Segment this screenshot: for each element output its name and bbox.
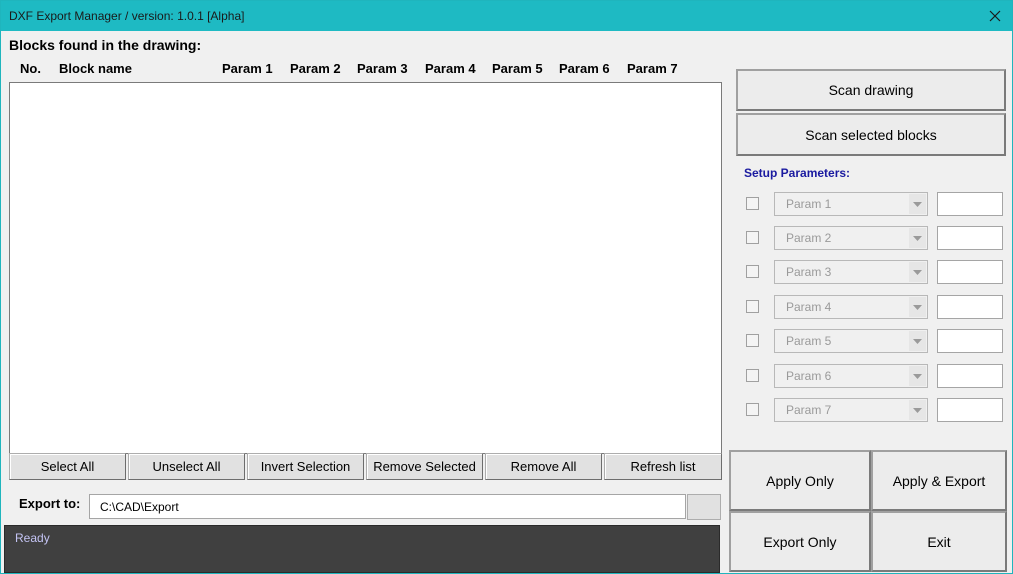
unselect-all-button[interactable]: Unselect All [128, 453, 245, 480]
export-to-label: Export to: [19, 496, 81, 511]
param-1-select-value: Param 1 [786, 197, 832, 211]
param-row-3: Param 3 [742, 259, 1004, 285]
scan-drawing-button[interactable]: Scan drawing [736, 69, 1006, 111]
param-1-value-input[interactable] [937, 192, 1003, 216]
param-7-select[interactable]: Param 7 [774, 398, 928, 422]
param-6-checkbox[interactable] [746, 369, 759, 382]
param-7-select-value: Param 7 [786, 403, 832, 417]
param-5-value-input[interactable] [937, 329, 1003, 353]
refresh-list-button[interactable]: Refresh list [604, 453, 722, 480]
chevron-down-icon [909, 297, 926, 317]
param-row-7: Param 7 [742, 397, 1004, 423]
column-header-block-name: Block name [59, 61, 132, 76]
param-1-checkbox[interactable] [746, 197, 759, 210]
invert-selection-button[interactable]: Invert Selection [247, 453, 364, 480]
param-6-select[interactable]: Param 6 [774, 364, 928, 388]
param-2-select-value: Param 2 [786, 231, 832, 245]
param-4-select[interactable]: Param 4 [774, 295, 928, 319]
param-row-6: Param 6 [742, 363, 1004, 389]
chevron-down-icon [909, 331, 926, 351]
column-header-param-4: Param 4 [425, 61, 476, 76]
param-3-select-value: Param 3 [786, 265, 832, 279]
status-panel: Ready [4, 525, 720, 573]
param-6-value-input[interactable] [937, 364, 1003, 388]
param-5-select[interactable]: Param 5 [774, 329, 928, 353]
remove-all-button[interactable]: Remove All [485, 453, 602, 480]
column-header-param-6: Param 6 [559, 61, 610, 76]
param-2-checkbox[interactable] [746, 231, 759, 244]
param-6-select-value: Param 6 [786, 369, 832, 383]
chevron-down-icon [909, 194, 926, 214]
scan-selected-blocks-button[interactable]: Scan selected blocks [736, 113, 1006, 156]
close-icon [989, 10, 1001, 22]
chevron-down-icon [909, 400, 926, 420]
param-1-select[interactable]: Param 1 [774, 192, 928, 216]
export-only-button[interactable]: Export Only [729, 511, 871, 572]
param-4-value-input[interactable] [937, 295, 1003, 319]
blocks-heading: Blocks found in the drawing: [9, 37, 202, 53]
param-2-value-input[interactable] [937, 226, 1003, 250]
setup-parameters-label: Setup Parameters: [744, 166, 851, 180]
status-text: Ready [15, 531, 50, 545]
param-row-5: Param 5 [742, 328, 1004, 354]
param-3-value-input[interactable] [937, 260, 1003, 284]
close-button[interactable] [982, 3, 1008, 29]
apply-only-button[interactable]: Apply Only [729, 450, 871, 511]
blocks-list[interactable] [9, 82, 722, 454]
main-window: DXF Export Manager / version: 1.0.1 [Alp… [0, 0, 1013, 574]
column-header-param-2: Param 2 [290, 61, 341, 76]
param-row-2: Param 2 [742, 225, 1004, 251]
window-title: DXF Export Manager / version: 1.0.1 [Alp… [9, 9, 245, 23]
remove-selected-button[interactable]: Remove Selected [366, 453, 483, 480]
param-3-checkbox[interactable] [746, 265, 759, 278]
select-all-button[interactable]: Select All [9, 453, 126, 480]
param-5-select-value: Param 5 [786, 334, 832, 348]
apply-export-button[interactable]: Apply & Export [871, 450, 1007, 511]
param-row-4: Param 4 [742, 294, 1004, 320]
param-2-select[interactable]: Param 2 [774, 226, 928, 250]
chevron-down-icon [909, 228, 926, 248]
column-header-param-5: Param 5 [492, 61, 543, 76]
param-3-select[interactable]: Param 3 [774, 260, 928, 284]
param-5-checkbox[interactable] [746, 334, 759, 347]
browse-button[interactable] [687, 494, 721, 520]
chevron-down-icon [909, 366, 926, 386]
column-header-param-1: Param 1 [222, 61, 273, 76]
param-row-1: Param 1 [742, 191, 1004, 217]
column-header-param-7: Param 7 [627, 61, 678, 76]
chevron-down-icon [909, 262, 926, 282]
param-4-select-value: Param 4 [786, 300, 832, 314]
column-header-param-3: Param 3 [357, 61, 408, 76]
export-path-input[interactable] [89, 494, 686, 519]
exit-button[interactable]: Exit [871, 511, 1007, 572]
column-header-no: No. [20, 61, 41, 76]
param-7-value-input[interactable] [937, 398, 1003, 422]
title-bar[interactable]: DXF Export Manager / version: 1.0.1 [Alp… [1, 1, 1012, 31]
param-7-checkbox[interactable] [746, 403, 759, 416]
param-4-checkbox[interactable] [746, 300, 759, 313]
